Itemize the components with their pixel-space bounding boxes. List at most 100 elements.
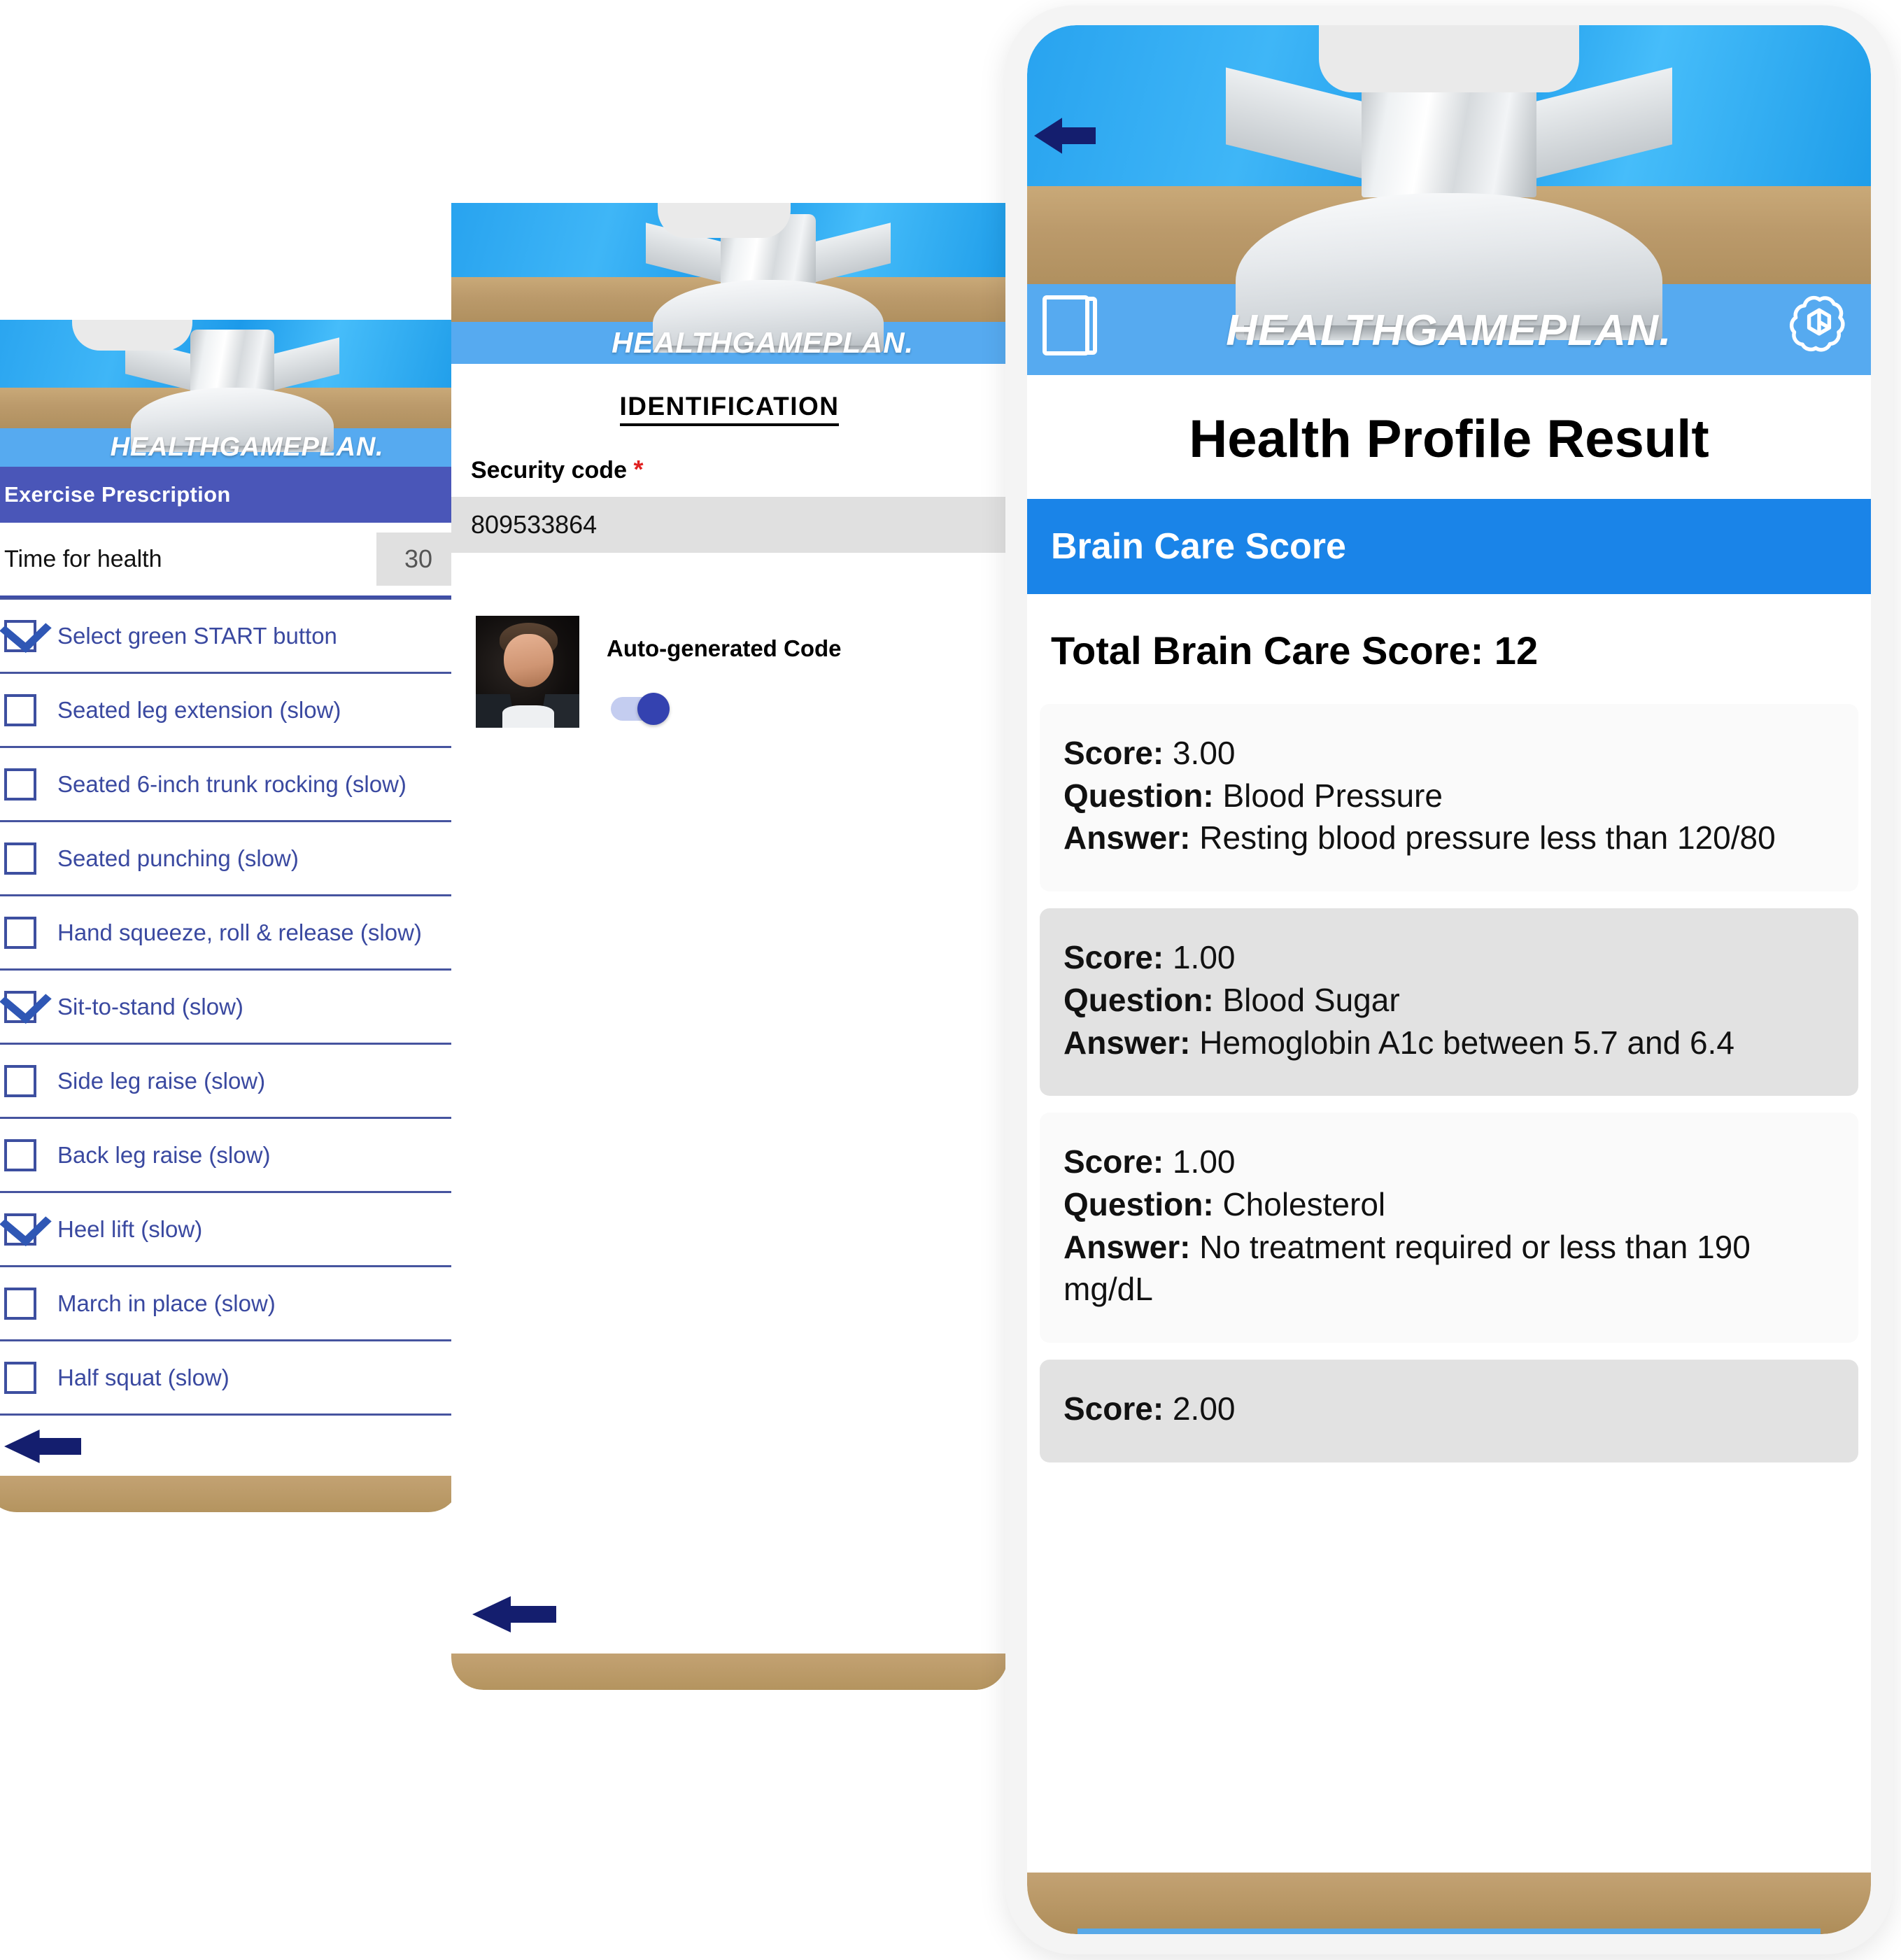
result-card: Score: 1.00 Question: Blood Sugar Answer: … — [1040, 908, 1858, 1097]
checkbox-checked-icon[interactable] — [4, 990, 36, 1023]
health-profile-result-phone: HEALTHGAMEPLAN. Health Profile Result Br… — [1027, 25, 1871, 1934]
brand-wordmark: HEALTHGAMEPLAN. — [110, 432, 384, 462]
score-label-line: Score: 2.00 — [1063, 1388, 1835, 1430]
exercise-list: Select green START button Seated leg exte… — [0, 598, 460, 1416]
security-code-input[interactable]: 809533864 — [451, 497, 1008, 553]
exercise-label: Sit-to-stand (slow) — [57, 993, 243, 1020]
page-title-health-profile-result: Health Profile Result — [1189, 409, 1709, 469]
brain-care-score-band: Brain Care Score — [1027, 499, 1871, 594]
answer-label: Answer: — [1063, 1228, 1191, 1265]
time-for-health-label: Time for health — [4, 545, 162, 572]
documents-icon[interactable] — [1043, 295, 1097, 355]
exercise-list-item[interactable]: Seated leg extension (slow) — [0, 674, 460, 748]
checkbox-icon[interactable] — [4, 916, 36, 949]
toggle-knob — [637, 693, 670, 725]
auto-code-section: Auto-generated Code — [451, 553, 1008, 847]
phone-notch — [657, 203, 791, 238]
clipboard-bottom-edge — [451, 1654, 1008, 1690]
score-value: 1.00 — [1164, 939, 1236, 976]
answer-value: Hemoglobin A1c between 5.7 and 6.4 — [1190, 1024, 1734, 1061]
back-arrow-icon[interactable] — [1034, 118, 1096, 154]
exercise-list-item[interactable]: Sit-to-stand (slow) — [0, 971, 460, 1045]
back-arrow-icon[interactable] — [472, 1596, 556, 1633]
score-value: 1.00 — [1164, 1143, 1236, 1180]
exercise-label: Seated leg extension (slow) — [57, 696, 341, 723]
openai-logo-icon[interactable] — [1786, 291, 1853, 358]
question-label: Question: — [1063, 981, 1214, 1018]
left-back-arrow-zone — [0, 1416, 460, 1476]
question-value: Blood Sugar — [1213, 981, 1400, 1018]
exercise-label: Side leg raise (slow) — [57, 1067, 266, 1094]
time-for-health-row[interactable]: Time for health 30 — [0, 523, 460, 598]
page-title-identification: IDENTIFICATION — [451, 364, 1008, 439]
security-code-label: Security code * — [451, 439, 1008, 497]
question-label-line: Question: Blood Pressure — [1063, 775, 1835, 817]
exercise-list-item[interactable]: March in place (slow) — [0, 1267, 460, 1341]
clipboard-bottom-edge — [1027, 1873, 1871, 1934]
app-header-left: HEALTHGAMEPLAN. — [0, 320, 460, 467]
checkbox-icon[interactable] — [4, 693, 36, 726]
clip-neck — [190, 330, 274, 396]
app-header-mid: HEALTHGAMEPLAN. — [451, 203, 1008, 364]
exercise-list-item[interactable]: Seated 6-inch trunk rocking (slow) — [0, 748, 460, 822]
question-value: Cholesterol — [1213, 1186, 1386, 1223]
score-label-line: Score: 1.00 — [1063, 1141, 1835, 1183]
score-label: Score: — [1063, 735, 1164, 771]
checkbox-checked-icon[interactable] — [4, 619, 36, 652]
checkbox-icon[interactable] — [4, 1064, 36, 1097]
phone-notch — [71, 320, 192, 351]
score-value: 2.00 — [1164, 1390, 1236, 1427]
phone-notch — [1319, 25, 1579, 92]
security-code-label-text: Security code — [471, 457, 627, 484]
exercise-label: Heel lift (slow) — [57, 1215, 203, 1242]
mid-back-arrow-zone — [451, 1577, 1008, 1654]
answer-label: Answer: — [1063, 819, 1191, 856]
answer-label-line: Answer: No treatment required or less th… — [1063, 1226, 1835, 1311]
checkbox-checked-icon[interactable] — [4, 1213, 36, 1246]
auto-generated-code-toggle[interactable] — [611, 693, 670, 725]
exercise-label: Select green START button — [57, 622, 337, 649]
result-card: Score: 2.00 — [1040, 1360, 1858, 1462]
time-for-health-value[interactable]: 30 — [376, 533, 460, 586]
required-asterisk: * — [633, 455, 644, 484]
exercise-label: Seated punching (slow) — [57, 845, 299, 871]
brand-wordmark: HEALTHGAMEPLAN. — [1226, 306, 1672, 355]
answer-value: Resting blood pressure less than 120/80 — [1190, 819, 1776, 856]
exercise-list-item[interactable]: Heel lift (slow) — [0, 1193, 460, 1267]
score-label-line: Score: 1.00 — [1063, 936, 1835, 979]
exercise-list-item[interactable]: Seated punching (slow) — [0, 822, 460, 896]
result-card: Score: 1.00 Question: Cholesterol Answer: … — [1040, 1113, 1858, 1344]
exercise-label: Hand squeeze, roll & release (slow) — [57, 919, 422, 945]
app-header-right: HEALTHGAMEPLAN. — [1027, 25, 1871, 375]
section-title-exercise-prescription: Exercise Prescription — [0, 467, 460, 523]
checkbox-icon[interactable] — [4, 1287, 36, 1320]
question-label: Question: — [1063, 777, 1214, 814]
exercise-list-item[interactable]: Select green START button — [0, 598, 460, 674]
score-label: Score: — [1063, 1390, 1164, 1427]
user-photo-avatar — [476, 616, 579, 728]
checkbox-icon[interactable] — [4, 842, 36, 875]
page-title-text: IDENTIFICATION — [619, 392, 840, 426]
exercise-prescription-phone: HEALTHGAMEPLAN. Exercise Prescription Ti… — [0, 320, 460, 1623]
clipboard-bottom-edge — [0, 1476, 460, 1512]
result-card: Score: 3.00 Question: Blood Pressure Answe… — [1040, 704, 1858, 892]
question-value: Blood Pressure — [1213, 777, 1443, 814]
checkbox-icon[interactable] — [4, 768, 36, 801]
exercise-list-item[interactable]: Side leg raise (slow) — [0, 1045, 460, 1119]
exercise-label: March in place (slow) — [57, 1290, 276, 1316]
brand-wordmark: HEALTHGAMEPLAN. — [612, 326, 914, 359]
exercise-list-item[interactable]: Hand squeeze, roll & release (slow) — [0, 896, 460, 971]
exercise-label: Seated 6-inch trunk rocking (slow) — [57, 770, 407, 797]
checkbox-icon[interactable] — [4, 1138, 36, 1171]
checkbox-icon[interactable] — [4, 1361, 36, 1394]
total-brain-care-score: Total Brain Care Score: 12 — [1051, 628, 1539, 672]
exercise-list-item[interactable]: Back leg raise (slow) — [0, 1119, 460, 1193]
answer-label: Answer: — [1063, 1024, 1191, 1061]
back-arrow-icon[interactable] — [4, 1430, 81, 1463]
score-label-line: Score: 3.00 — [1063, 732, 1835, 775]
identification-phone: HEALTHGAMEPLAN. IDENTIFICATION Security … — [451, 203, 1008, 1690]
exercise-list-item[interactable]: Half squat (slow) — [0, 1341, 460, 1416]
exercise-label: Half squat (slow) — [57, 1364, 229, 1390]
answer-label-line: Answer: Resting blood pressure less than… — [1063, 817, 1835, 859]
exercise-label: Back leg raise (slow) — [57, 1141, 271, 1168]
